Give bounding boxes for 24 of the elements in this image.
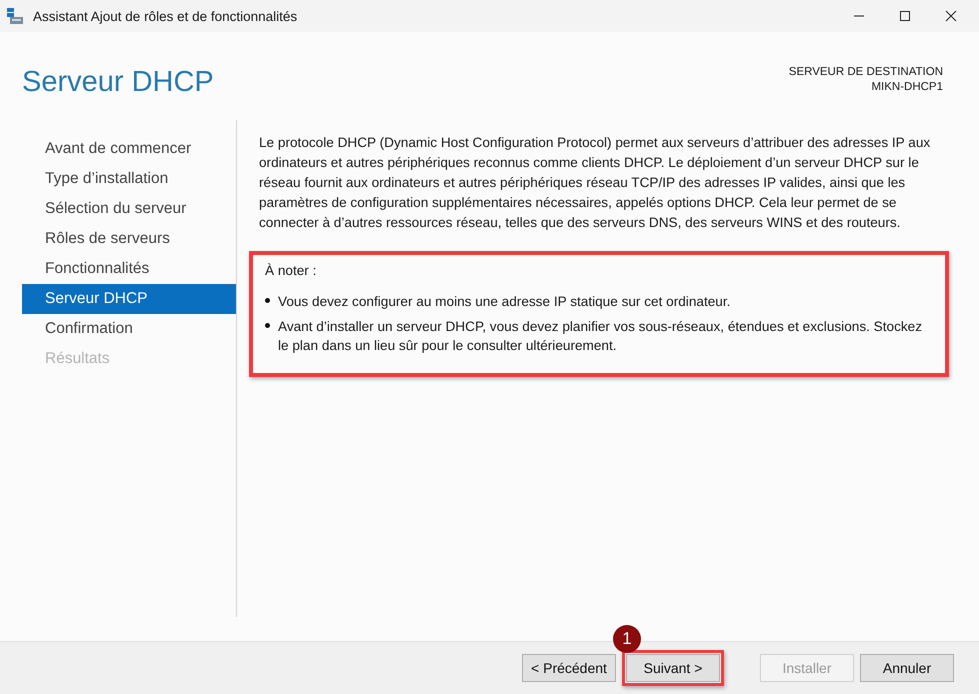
maximize-icon[interactable] <box>899 10 911 22</box>
step-badge: 1 <box>613 625 641 653</box>
wizard-button[interactable]: Suivant > <box>626 654 720 682</box>
bullet-icon <box>265 323 270 328</box>
description-text: Le protocole DHCP (Dynamic Host Configuration Protocol) permet aux serveurs d’attribuer des adresses IP aux ordinateurs et autres périphériques reconnus comme clients DHCP. Le déploiement d’un serveur DHCP sur le réseau fournit aux ordinateurs et autres périphériques réseau TCP/IP des adresses IP valides, ainsi que les paramètres de configuration supplémentaires nécessaires, appelés options DHCP. Cela leur permet de se connecter à d’autres ressources réseau, telles que des serveurs DNS, des serveurs WINS et des routeurs. <box>259 134 932 232</box>
bullet-icon <box>265 298 270 303</box>
nav-item[interactable]: Type d’installation <box>22 164 236 194</box>
note-heading: À noter : <box>265 263 318 278</box>
nav-item[interactable]: Avant de commencer <box>22 134 236 164</box>
window-title: Assistant Ajout de rôles et de fonctionnalités <box>33 8 298 24</box>
destination-server: MIKN-DHCP1 <box>871 80 943 95</box>
page-title: Serveur DHCP <box>22 66 214 99</box>
wizard-button[interactable]: < Précédent <box>522 654 616 682</box>
close-icon[interactable] <box>945 10 957 22</box>
note-text: Avant d’installer un serveur DHCP, vous devez planifier vos sous-réseaux, étendues et exclusions. Stockez le plan dans un lieu sûr pour le consulter ultérieurement. <box>278 318 924 355</box>
nav-item[interactable]: Rôles de serveurs <box>22 224 236 254</box>
destination-label: SERVEUR DE DESTINATION <box>788 65 943 80</box>
nav-item[interactable]: Sélection du serveur <box>22 194 236 224</box>
nav-item[interactable]: Fonctionnalités <box>22 254 236 284</box>
server-icon <box>6 7 24 25</box>
nav-item[interactable]: Serveur DHCP <box>22 284 236 314</box>
note-text: Vous devez configurer au moins une adresse IP statique sur cet ordinateur. <box>278 293 730 311</box>
wizard-button[interactable]: Annuler <box>860 654 954 682</box>
nav-item[interactable]: Confirmation <box>22 314 236 344</box>
